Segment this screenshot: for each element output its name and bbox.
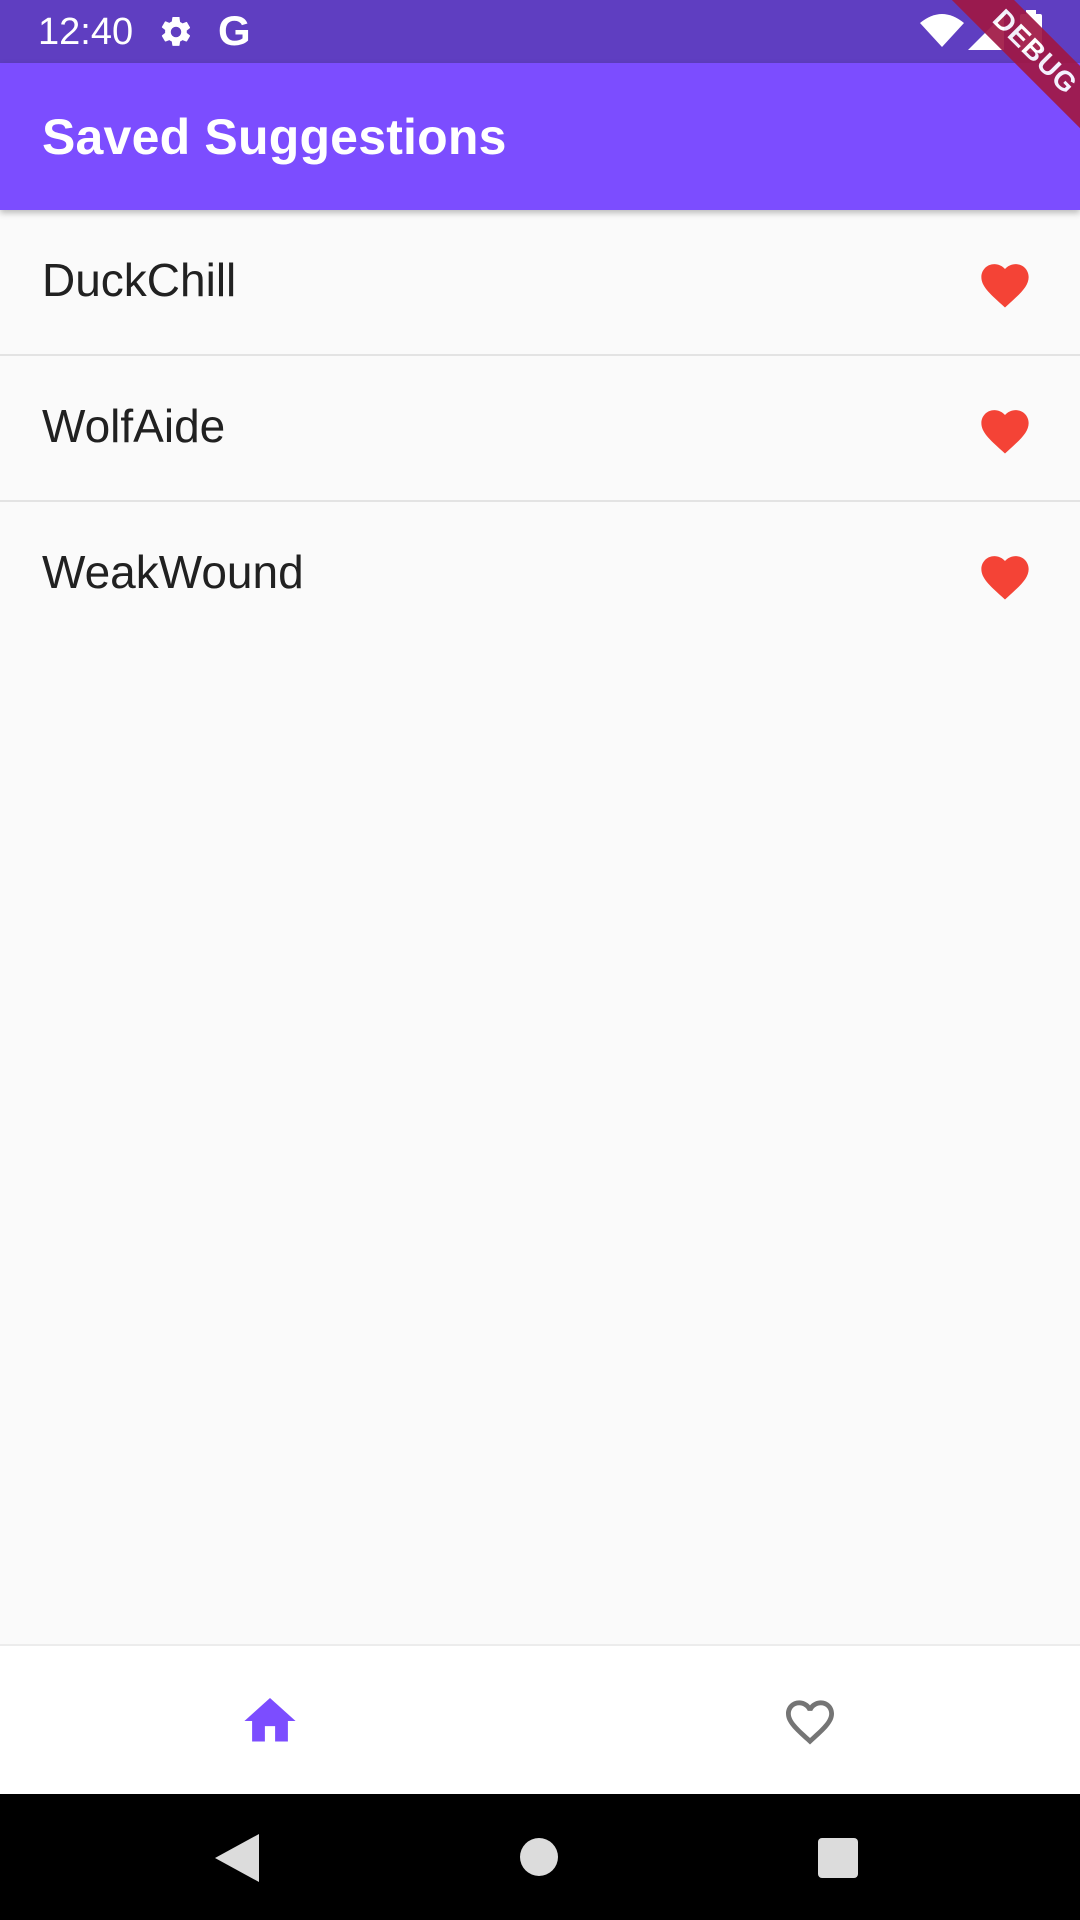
app-bar: Saved Suggestions xyxy=(0,63,1080,210)
heart-filled-icon[interactable] xyxy=(976,549,1034,601)
status-bar: 12:40 G xyxy=(0,0,1080,63)
heart-filled-icon[interactable] xyxy=(976,403,1034,455)
list-item-label: WeakWound xyxy=(42,546,304,598)
heart-outline-icon xyxy=(786,1700,834,1745)
screen: 12:40 G DEBUG Saved Suggestions DuckChil… xyxy=(0,0,1080,1920)
bottom-navigation xyxy=(0,1644,1080,1794)
gear-icon xyxy=(161,16,191,46)
wifi-icon xyxy=(920,14,964,47)
nav-item-home[interactable] xyxy=(0,1646,540,1794)
google-icon: G xyxy=(218,7,251,54)
home-circle-icon[interactable] xyxy=(520,1838,558,1876)
home-icon xyxy=(244,1698,296,1742)
list-item-label: DuckChill xyxy=(42,254,237,306)
list-item-label: WolfAide xyxy=(42,400,226,452)
list-item[interactable]: WolfAide xyxy=(0,356,1080,502)
heart-filled-icon[interactable] xyxy=(976,257,1034,309)
system-navigation-bar xyxy=(0,1794,1080,1920)
status-time: 12:40 xyxy=(38,11,134,53)
nav-item-favorites[interactable] xyxy=(540,1646,1080,1794)
back-icon[interactable] xyxy=(215,1834,259,1882)
saved-suggestions-list: DuckChill WolfAide WeakWound xyxy=(0,210,1080,648)
recents-icon[interactable] xyxy=(818,1838,858,1878)
list-item[interactable]: WeakWound xyxy=(0,502,1080,648)
page-title: Saved Suggestions xyxy=(42,109,507,165)
list-item[interactable]: DuckChill xyxy=(0,210,1080,356)
